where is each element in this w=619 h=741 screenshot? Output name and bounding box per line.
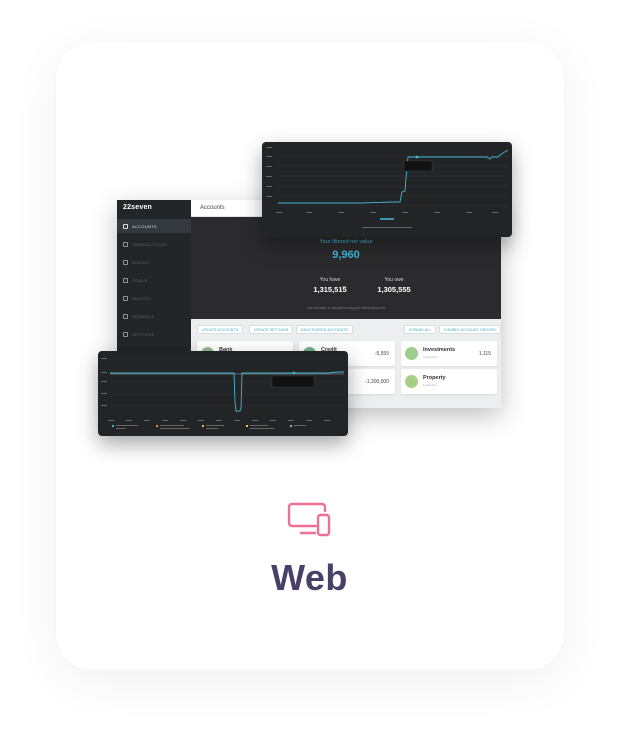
investments-avatar bbox=[405, 347, 418, 360]
goals-icon bbox=[123, 277, 128, 283]
brand-logo: 22seven bbox=[123, 204, 153, 211]
settings-icon bbox=[123, 331, 128, 337]
chart-top-legend bbox=[380, 218, 394, 220]
update-settings-button[interactable]: UPDATE SETTINGS bbox=[249, 325, 294, 334]
sidebar-item-nudges[interactable]: NUDGES bbox=[117, 291, 191, 305]
sidebar-item-transactions[interactable]: TRANSACTIONS bbox=[117, 237, 191, 251]
owe-label: You owe bbox=[384, 277, 404, 283]
net-worth-chart-bottom bbox=[98, 351, 348, 436]
deactivated-accounts-button[interactable]: DEACTIVATED ACCOUNTS bbox=[296, 325, 354, 334]
have-value: 1,315,515 bbox=[313, 285, 347, 294]
chart-top-hover-point bbox=[415, 155, 419, 159]
sidebar-item-goals[interactable]: GOALS bbox=[117, 273, 191, 287]
platform-label: Web bbox=[271, 557, 348, 598]
chart-top-grid bbox=[278, 155, 508, 207]
chart-bottom-tooltip bbox=[271, 375, 315, 388]
nudges-icon bbox=[123, 295, 128, 301]
expand-all-button[interactable]: EXPAND ALL bbox=[404, 325, 437, 334]
net-worth-chart-top bbox=[262, 142, 512, 237]
sidebar-item-budget[interactable]: BUDGET bbox=[117, 255, 191, 269]
account-card-investments[interactable]: Investments 2 accounts 1,115 bbox=[401, 341, 497, 366]
chart-top-tooltip bbox=[403, 160, 433, 172]
net-value-note: Your net value is calculated using your … bbox=[306, 306, 386, 310]
sidebar-item-accounts[interactable]: ACCOUNTS bbox=[117, 219, 191, 233]
chart-bottom-hover-point bbox=[292, 371, 296, 375]
chart-top-series-line bbox=[278, 149, 509, 204]
chart-bottom-svg bbox=[101, 358, 344, 429]
chart-top-svg bbox=[266, 147, 509, 228]
account-card-property[interactable]: Property 1 account bbox=[401, 369, 497, 394]
net-value-label: Your filtered net value bbox=[319, 239, 373, 245]
chart-top-ticks bbox=[266, 147, 498, 228]
sidebar-item-rewards[interactable]: REWARDS bbox=[117, 309, 191, 323]
accounts-icon bbox=[123, 223, 128, 229]
page-title[interactable]: Accounts bbox=[200, 205, 225, 211]
devices-icon bbox=[287, 502, 331, 537]
have-label: You have bbox=[319, 277, 341, 283]
rewards-icon bbox=[123, 313, 128, 319]
disable-groups-button[interactable]: DISABLE ACCOUNT GROUPS bbox=[439, 325, 501, 334]
chart-bottom-legend bbox=[112, 425, 306, 429]
net-value: 9,960 bbox=[332, 249, 360, 261]
owe-value: 1,305,555 bbox=[377, 285, 411, 294]
chart-bottom-ticks bbox=[101, 358, 330, 421]
sidebar-item-settings[interactable]: SETTINGS bbox=[117, 327, 191, 341]
update-accounts-button[interactable]: UPDATE ACCOUNTS bbox=[197, 325, 244, 334]
separator: – bbox=[342, 283, 346, 290]
budget-icon bbox=[123, 259, 128, 265]
property-avatar bbox=[405, 375, 418, 388]
transactions-icon bbox=[123, 241, 128, 247]
